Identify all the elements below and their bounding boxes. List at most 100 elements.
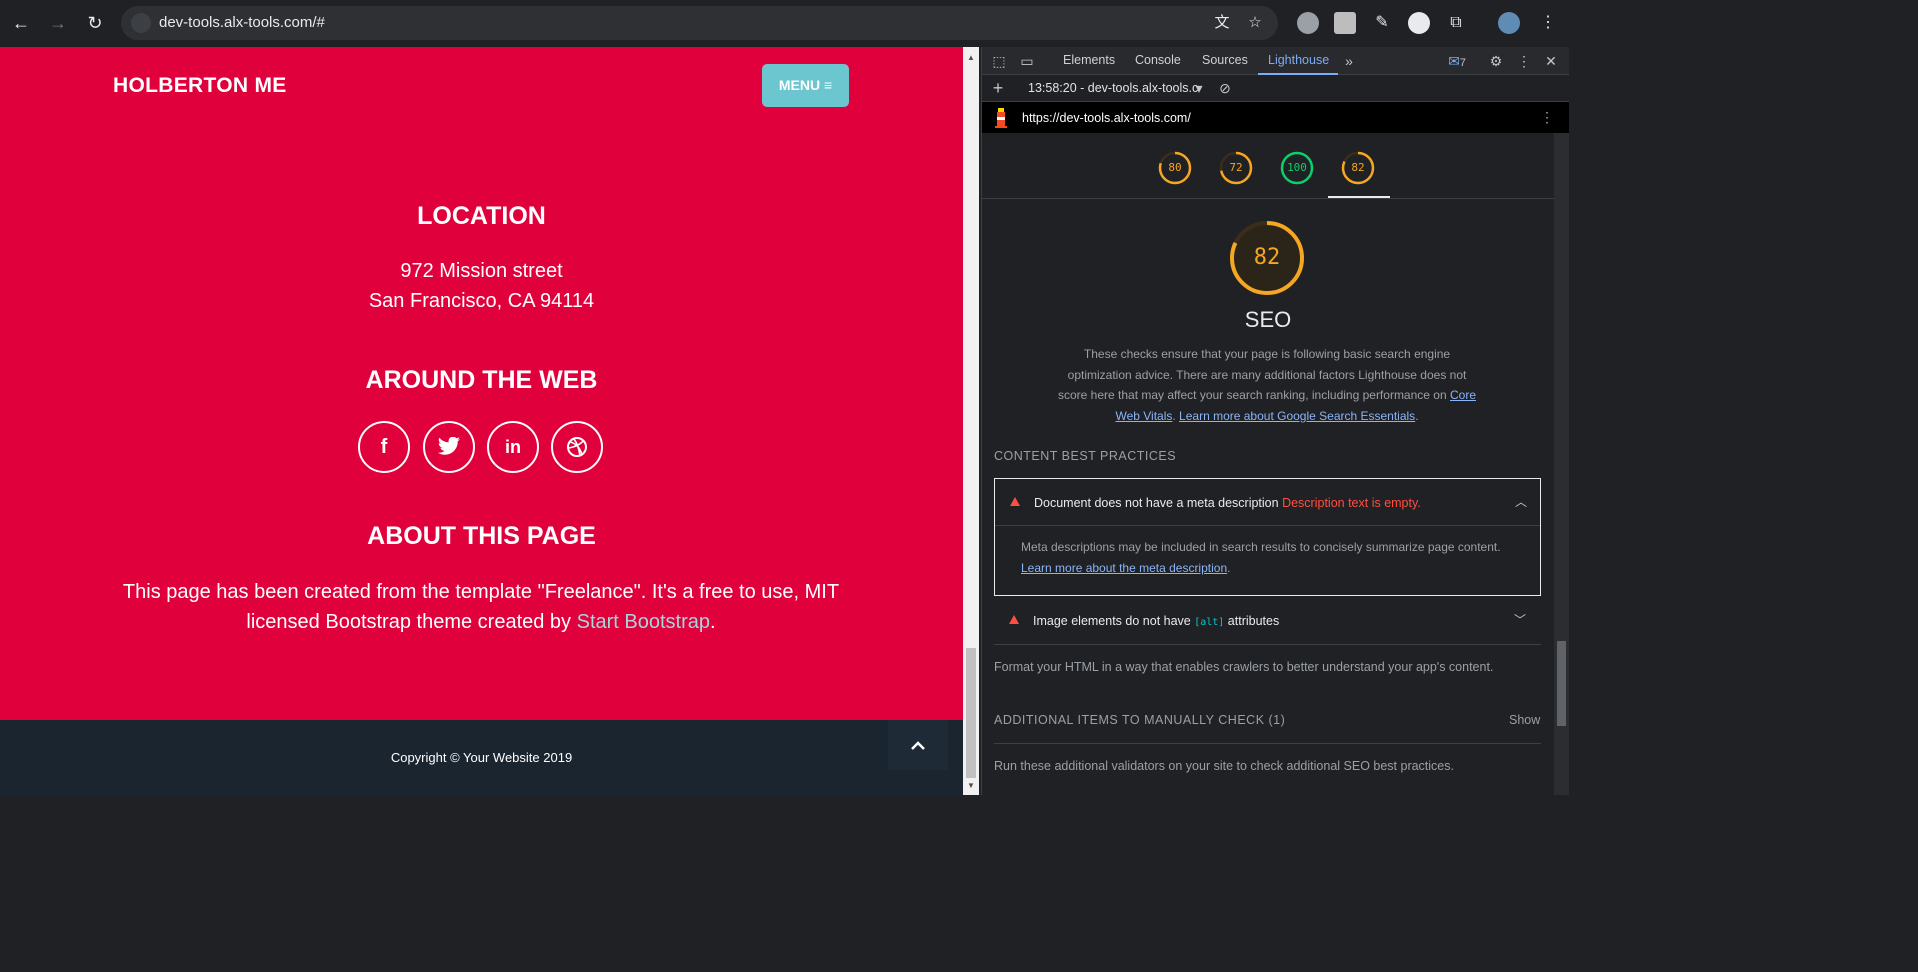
meta-description-link[interactable]: Learn more about the meta description xyxy=(1021,561,1227,575)
audit-meta-body: Meta descriptions may be included in sea… xyxy=(1021,537,1531,578)
issues-badge[interactable]: ✉7 xyxy=(1443,52,1471,70)
clear-reports-icon[interactable]: ⊘ xyxy=(1216,79,1234,97)
audit-image-alt-title: Image elements do not have [alt] attribu… xyxy=(1033,614,1279,628)
new-report-plus-icon[interactable]: + xyxy=(989,79,1007,97)
audit-meta-title-text: Document does not have a meta descriptio… xyxy=(1034,496,1279,510)
around-title: AROUND THE WEB xyxy=(365,366,598,394)
facebook-icon[interactable]: f xyxy=(358,421,410,473)
divider xyxy=(994,743,1541,744)
seo-description: These checks ensure that your page is fo… xyxy=(1052,344,1482,426)
audit-image-alt[interactable]: Image elements do not have [alt] attribu… xyxy=(994,597,1541,644)
devtools-menu-icon[interactable]: ⋮ xyxy=(1515,52,1533,70)
page-scroll-thumb[interactable] xyxy=(966,648,976,778)
tab-elements[interactable]: Elements xyxy=(1063,53,1115,67)
page-scrollbar[interactable]: ▲ ▼ xyxy=(963,47,979,795)
extension-icon[interactable] xyxy=(1408,12,1430,34)
lighthouse-logo-icon xyxy=(995,108,1007,128)
extensions-puzzle-icon[interactable]: ⧉ xyxy=(1445,12,1467,34)
audit-alt-pre: Image elements do not have xyxy=(1033,614,1195,628)
seo-desc-end: . xyxy=(1415,408,1419,423)
device-toolbar-icon[interactable]: ▭ xyxy=(1018,52,1036,70)
social-links: f in xyxy=(358,421,608,473)
gauge-accessibility-value: 72 xyxy=(1229,161,1243,174)
gauge-performance-value: 80 xyxy=(1168,161,1182,174)
show-manual-button[interactable]: Show xyxy=(1509,713,1540,727)
alt-code-tag: [alt] xyxy=(1194,617,1225,628)
scroll-down-arrow[interactable]: ▼ xyxy=(967,781,975,790)
tab-lighthouse[interactable]: Lighthouse xyxy=(1268,53,1329,67)
linkedin-icon[interactable]: in xyxy=(487,421,539,473)
chevron-up-icon xyxy=(911,741,925,750)
scroll-top-button[interactable] xyxy=(888,720,948,770)
seo-description-text: These checks ensure that your page is fo… xyxy=(1057,347,1467,402)
translate-icon[interactable]: 文 xyxy=(1213,14,1231,32)
address-bar[interactable]: dev-tools.alx-tools.com/# xyxy=(121,6,1278,40)
back-button[interactable]: ← xyxy=(10,12,32,34)
start-bootstrap-link[interactable]: Start Bootstrap xyxy=(577,611,710,633)
address-url[interactable]: dev-tools.alx-tools.com/# xyxy=(159,14,325,31)
devtools-scroll-thumb[interactable] xyxy=(1557,641,1566,726)
twitter-icon[interactable] xyxy=(423,421,475,473)
lighthouse-toolbar: + 13:58:20 - dev-tools.alx-tools.c ▾ ⊘ xyxy=(982,75,1569,102)
about-body: This page has been created from the temp… xyxy=(122,581,840,633)
location-line1: 972 Mission street xyxy=(400,260,563,282)
devtools-tabbar: ⬚ ▭ Elements Console Sources Lighthouse … xyxy=(982,47,1569,75)
audit-meta-body-text: Meta descriptions may be included in sea… xyxy=(1021,540,1501,554)
reload-button[interactable]: ↻ xyxy=(84,12,106,34)
tab-console[interactable]: Console xyxy=(1135,53,1181,67)
warning-triangle-icon xyxy=(1010,497,1020,506)
site-brand[interactable]: HOLBERTON ME xyxy=(113,74,287,98)
audit-meta-description[interactable]: Document does not have a meta descriptio… xyxy=(994,478,1541,596)
tab-sources[interactable]: Sources xyxy=(1202,53,1248,67)
manual-check-heading[interactable]: ADDITIONAL ITEMS TO MANUALLY CHECK (1) xyxy=(994,713,1285,727)
browser-toolbar: ← → ↻ dev-tools.alx-tools.com/# 文 ☆ ✎ ⧉ … xyxy=(0,0,1568,47)
devtools-scrollbar[interactable] xyxy=(1554,133,1569,795)
report-url[interactable]: https://dev-tools.alx-tools.com/ xyxy=(1022,111,1191,125)
report-menu-icon[interactable]: ⋮ xyxy=(1540,109,1554,126)
close-icon[interactable]: ✕ xyxy=(1542,52,1560,70)
settings-gear-icon[interactable]: ⚙ xyxy=(1487,52,1505,70)
location-line2: San Francisco, CA 94114 xyxy=(368,290,595,312)
devtools-panel: ⬚ ▭ Elements Console Sources Lighthouse … xyxy=(981,47,1569,795)
audit-meta-title: Document does not have a meta descriptio… xyxy=(1034,496,1421,510)
gauge-best-practices-value: 100 xyxy=(1287,161,1307,174)
search-essentials-link[interactable]: Learn more about Google Search Essential… xyxy=(1179,409,1415,423)
content-best-practices-heading: CONTENT BEST PRACTICES xyxy=(994,449,1177,463)
site-footer: Copyright © Your Website 2019 xyxy=(0,720,963,795)
warning-triangle-icon xyxy=(1009,615,1019,624)
audit-alt-post: attributes xyxy=(1224,614,1280,628)
audit-meta-body-end: . xyxy=(1227,560,1231,575)
seo-score-value: 82 xyxy=(1253,245,1281,270)
forward-button[interactable]: → xyxy=(47,12,69,34)
scroll-up-arrow[interactable]: ▲ xyxy=(967,53,975,62)
eyedropper-icon[interactable]: ✎ xyxy=(1371,12,1393,34)
dropdown-caret-icon[interactable]: ▾ xyxy=(1190,79,1208,97)
menu-button[interactable]: MENU ≡ xyxy=(762,64,849,107)
chevron-down-icon[interactable]: ﹀ xyxy=(1514,611,1526,628)
extension-icon[interactable] xyxy=(1334,12,1356,34)
report-url-bar: https://dev-tools.alx-tools.com/ ⋮ xyxy=(982,102,1569,133)
about-title: ABOUT THIS PAGE xyxy=(367,522,596,550)
manual-group-note: Run these additional validators on your … xyxy=(994,759,1454,773)
avatar[interactable] xyxy=(1498,12,1520,34)
dribbble-icon[interactable] xyxy=(551,421,603,473)
browser-menu-icon[interactable]: ⋮ xyxy=(1537,12,1559,34)
site-info-icon[interactable] xyxy=(131,13,151,33)
divider xyxy=(994,644,1541,645)
audit-divider xyxy=(995,525,1540,526)
bookmark-star-icon[interactable]: ☆ xyxy=(1246,14,1264,32)
more-tabs-icon[interactable]: » xyxy=(1340,52,1358,70)
location-title: LOCATION xyxy=(417,202,546,230)
content-group-note: Format your HTML in a way that enables c… xyxy=(994,660,1494,674)
audit-meta-warning: Description text is empty. xyxy=(1282,496,1421,510)
copyright-text: Copyright © Your Website 2019 xyxy=(390,750,573,765)
report-selector[interactable]: 13:58:20 - dev-tools.alx-tools.c xyxy=(1028,81,1198,95)
extension-icon[interactable] xyxy=(1297,12,1319,34)
gauge-seo-value: 82 xyxy=(1351,161,1365,174)
chevron-up-icon[interactable]: ︿ xyxy=(1515,493,1527,510)
inspect-element-icon[interactable]: ⬚ xyxy=(990,52,1008,70)
about-text: This page has been created from the temp… xyxy=(110,577,852,637)
audit-meta-description-header[interactable]: Document does not have a meta descriptio… xyxy=(995,479,1542,526)
web-page: HOLBERTON ME MENU ≡ LOCATION 972 Mission… xyxy=(0,47,963,795)
category-gauges: 80 72 100 82 xyxy=(982,133,1554,199)
